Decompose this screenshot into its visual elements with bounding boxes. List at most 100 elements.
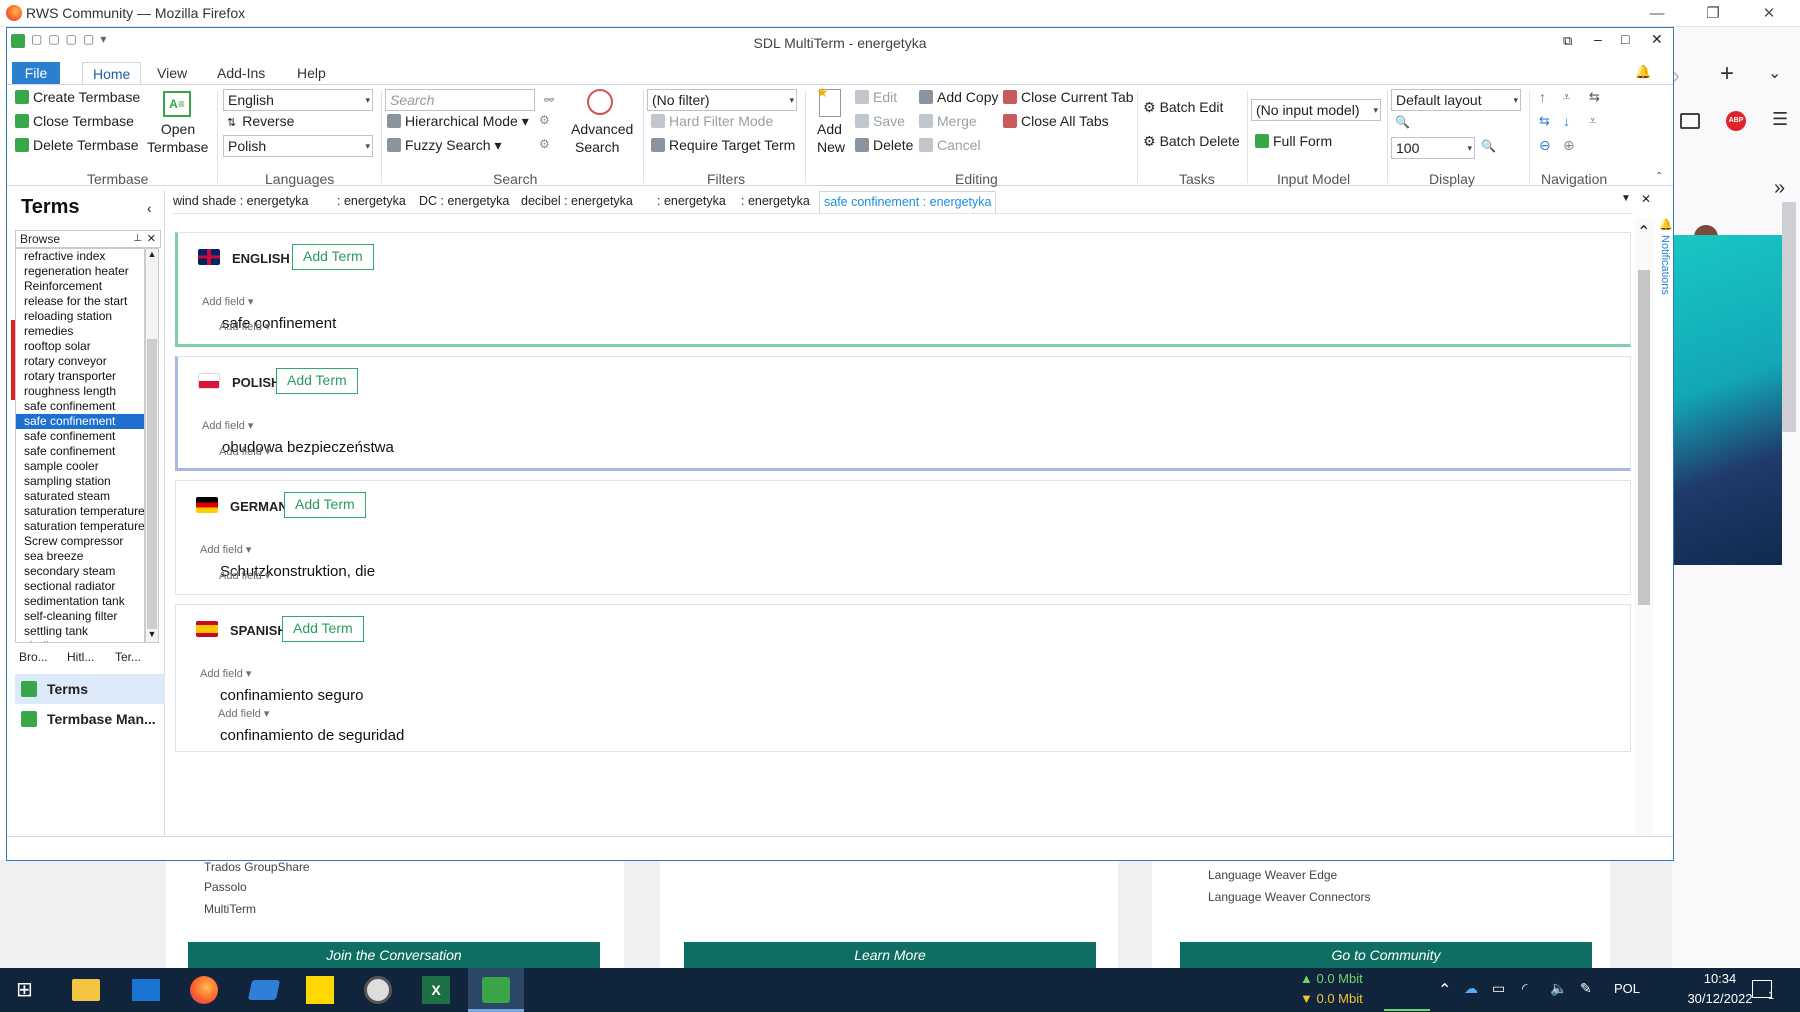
battery-icon[interactable]: ▭ <box>1492 980 1505 997</box>
excel-icon[interactable]: X <box>422 976 450 1004</box>
doc-tab-active[interactable]: safe confinement : energetyka <box>819 191 997 213</box>
collapse-ribbon-icon[interactable]: ⌃ <box>1655 171 1663 182</box>
add-copy-button[interactable]: Add Copy <box>919 89 998 105</box>
scroll-thumb[interactable] <box>1638 270 1650 605</box>
clock-time[interactable]: 10:34 <box>1680 971 1760 986</box>
close-termbase-button[interactable]: Close Termbase <box>15 113 134 129</box>
term-list-item[interactable]: regeneration heater <box>16 264 144 279</box>
doc-tab[interactable]: decibel : energetyka <box>521 194 633 208</box>
add-field-dropdown[interactable]: Add field ▾ <box>219 445 270 458</box>
nav-back-icon[interactable]: ⇆ <box>1539 113 1550 129</box>
add-new-icon[interactable]: ★ <box>816 84 841 117</box>
mail-icon[interactable] <box>132 979 160 1001</box>
overflow-chevron-icon[interactable]: » <box>1774 177 1785 200</box>
close-all-tabs-button[interactable]: Close All Tabs <box>1003 113 1109 129</box>
scroll-up-icon[interactable]: ⌃ <box>1637 222 1650 242</box>
term-list-item[interactable]: Reinforcement <box>16 279 144 294</box>
bullet-item[interactable]: Passolo <box>204 880 247 894</box>
term-list-item[interactable]: rotary conveyor <box>16 354 144 369</box>
filter-down-icon[interactable]: ⩡ <box>1589 113 1596 129</box>
filter-select[interactable]: (No filter) ▾ <box>647 89 797 111</box>
file-explorer-icon[interactable] <box>72 979 100 1001</box>
term-list-item[interactable]: refractive index <box>16 249 144 264</box>
merge-button[interactable]: Merge <box>919 113 977 129</box>
delete-termbase-button[interactable]: Delete Termbase <box>15 137 139 153</box>
minimize-icon[interactable]: – <box>1594 31 1602 47</box>
term-list-item[interactable]: Screw compressor <box>16 534 144 549</box>
term-list-item[interactable]: safe confinement <box>16 399 144 414</box>
hamburger-menu-icon[interactable]: ☰ <box>1772 109 1788 130</box>
source-language-select[interactable]: English ▾ <box>223 89 373 111</box>
input-language[interactable]: POL <box>1614 981 1640 996</box>
tab-list-icon[interactable]: ▼ <box>1621 193 1631 204</box>
bell-icon[interactable]: 🔔 <box>1635 64 1651 80</box>
go-to-community-button[interactable]: Go to Community <box>1180 942 1592 968</box>
bullet-item[interactable]: Language Weaver Edge <box>1208 868 1337 882</box>
sticky-notes-icon[interactable] <box>306 976 334 1004</box>
advanced-search-icon[interactable] <box>587 89 613 115</box>
bullet-item[interactable]: Language Weaver Connectors <box>1208 890 1371 904</box>
add-term-button[interactable]: Add Term <box>284 492 366 518</box>
binoculars-icon[interactable]: 👓 <box>543 90 554 110</box>
search-option-icon[interactable]: ⚙ <box>539 113 550 127</box>
clock-date[interactable]: 30/12/2022 <box>1680 991 1760 1006</box>
scroll-up-icon[interactable]: ▲ <box>146 249 158 259</box>
add-field-dropdown[interactable]: Add field ▾ <box>202 419 253 432</box>
create-termbase-button[interactable]: Create Termbase <box>15 89 140 105</box>
nav-terms[interactable]: Terms <box>15 674 165 704</box>
nav-icon[interactable]: ⇆ <box>1589 89 1600 105</box>
zoom-in-icon[interactable]: 🔍 <box>1481 139 1496 153</box>
restore-icon[interactable]: ❐ <box>1690 0 1736 27</box>
doc-tab[interactable]: : energetyka <box>741 194 810 208</box>
firefox-taskbar-icon[interactable] <box>190 976 218 1004</box>
scroll-down-icon[interactable]: ▼ <box>146 629 158 639</box>
term-list-item[interactable]: sectional radiator <box>16 579 144 594</box>
adblock-icon[interactable]: ABP <box>1726 111 1746 131</box>
term-value[interactable]: confinamiento seguro <box>220 687 363 704</box>
collapse-panel-icon[interactable]: ‹ <box>147 200 152 216</box>
term-list-item[interactable]: safe confinement <box>16 414 144 429</box>
browse-field[interactable]: Browse ⊥ ✕ <box>15 230 161 248</box>
advanced-search-label-1[interactable]: Advanced <box>571 121 633 137</box>
close-tab-icon[interactable]: ✕ <box>1641 192 1651 206</box>
doc-tab[interactable]: DC : energetyka <box>419 194 509 208</box>
tab-addins[interactable]: Add-Ins <box>207 62 275 84</box>
add-field-dropdown[interactable]: Add field ▾ <box>200 667 251 680</box>
filter-up-icon[interactable]: ⩡ <box>1563 89 1570 105</box>
tab-hitlist[interactable]: Hitl... <box>67 650 94 664</box>
arrow-up-icon[interactable]: ↑ <box>1539 89 1546 105</box>
entry-scrollbar[interactable]: ⌃ ⌄ <box>1635 218 1653 858</box>
term-list-item[interactable]: saturated steam <box>16 489 144 504</box>
volume-icon[interactable]: 🔈 <box>1550 980 1567 997</box>
add-new-label-1[interactable]: Add <box>817 121 842 137</box>
term-list-item[interactable]: self-cleaning filter <box>16 609 144 624</box>
term-list-item[interactable]: safe confinement <box>16 444 144 459</box>
add-term-button[interactable]: Add Term <box>292 244 374 270</box>
add-field-dropdown[interactable]: Add field ▾ <box>219 320 270 333</box>
batch-delete-button[interactable]: ⚙ Batch Delete <box>1143 133 1240 150</box>
maximize-icon[interactable]: □ <box>1621 31 1629 47</box>
term-list-item[interactable]: saturation temperature <box>16 519 144 534</box>
close-icon[interactable]: ✕ <box>1651 31 1663 48</box>
forward-circle-icon[interactable]: ⊕ <box>1563 137 1575 154</box>
file-menu[interactable]: File <box>12 62 60 84</box>
zoom-out-icon[interactable]: 🔍 <box>1395 115 1410 129</box>
term-value[interactable]: confinamiento de seguridad <box>220 727 404 744</box>
layout-select[interactable]: Default layout ▾ <box>1391 89 1521 111</box>
open-termbase-label-1[interactable]: Open <box>158 121 198 137</box>
remote-desktop-icon[interactable] <box>247 980 281 1000</box>
add-field-dropdown[interactable]: Add field ▾ <box>202 295 253 308</box>
open-termbase-label-2[interactable]: Termbase <box>147 139 208 155</box>
add-term-button[interactable]: Add Term <box>282 616 364 642</box>
add-field-dropdown[interactable]: Add field ▾ <box>200 543 251 556</box>
term-list-item[interactable]: roughness length <box>16 384 144 399</box>
cancel-button[interactable]: Cancel <box>919 137 981 153</box>
add-new-label-2[interactable]: New <box>817 139 845 155</box>
full-form-button[interactable]: Full Form <box>1255 133 1332 149</box>
batch-edit-button[interactable]: ⚙ Batch Edit <box>1143 99 1223 116</box>
term-list-item[interactable]: safe confinement <box>16 429 144 444</box>
target-language-select[interactable]: Polish ▾ <box>223 135 373 157</box>
wifi-icon[interactable]: ◜ <box>1522 980 1527 997</box>
new-tab-icon[interactable]: + <box>1720 60 1734 88</box>
onedrive-icon[interactable]: ☁ <box>1464 980 1478 997</box>
